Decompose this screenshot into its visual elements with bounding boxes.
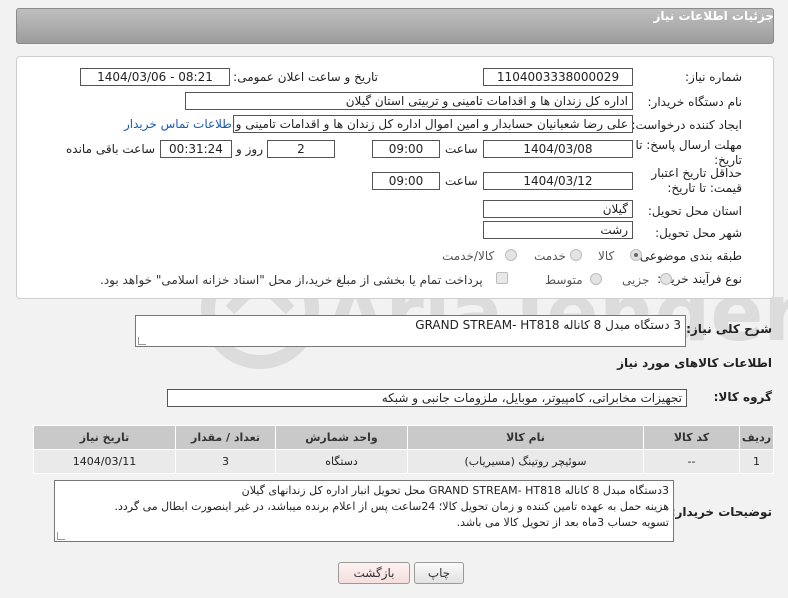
reply-time-label: ساعت (445, 142, 478, 156)
buyer-contact-link[interactable]: اطلاعات تماس خریدار (124, 117, 235, 131)
treasury-payment-note: پرداخت تمام یا بخشی از مبلغ خرید،از محل … (100, 273, 483, 287)
need-number-label: شماره نیاز: (685, 70, 742, 84)
process-option-minor: جزیی (622, 273, 650, 287)
category-label: طبقه بندی موضوعی: (635, 249, 742, 263)
goods-group-label: گروه کالا: (713, 390, 772, 404)
cell-row-number: 1 (739, 449, 774, 474)
buyer-notes-textarea[interactable]: 3دستگاه مبدل 8 کاناله GRAND STREAM- HT81… (54, 480, 674, 542)
time-remaining-field[interactable]: 00:31:24 (160, 140, 232, 158)
province-field[interactable]: گیلان (483, 200, 633, 218)
price-validity-label: حداقل تاریخ اعتبار قیمت: تا تاریخ: (651, 166, 742, 195)
cell-item-name: سوئیچر روتینگ (مسیریاب) (407, 449, 644, 474)
price-date-field[interactable]: 1404/03/12 (483, 172, 633, 190)
buyer-notes-line-3: تسویه حساب 3ماه بعد از تحویل کالا می باش… (456, 516, 669, 529)
cell-unit: دستگاه (275, 449, 408, 474)
col-header-quantity: تعداد / مقدار (175, 425, 276, 450)
col-header-item-name: نام کالا (407, 425, 644, 450)
announce-label: تاریخ و ساعت اعلان عمومی: (233, 70, 378, 84)
province-label: استان محل تحویل: (647, 204, 742, 218)
table-row[interactable]: 1 -- سوئیچر روتینگ (مسیریاب) دستگاه 3 14… (33, 449, 774, 474)
category-option-service: خدمت (534, 249, 566, 263)
category-radio-goods-service[interactable] (505, 249, 517, 261)
cell-need-date: 1404/03/11 (33, 449, 176, 474)
summary-label: شرح کلی نیاز: (686, 322, 772, 336)
goods-section-title: اطلاعات کالاهای مورد نیاز (617, 356, 772, 370)
reply-date-field[interactable]: 1404/03/08 (483, 140, 633, 158)
city-field[interactable]: رشت (483, 221, 633, 239)
table-header-row: ردیف کد کالا نام کالا واحد شمارش تعداد /… (33, 425, 774, 450)
cell-item-code: -- (643, 449, 740, 474)
process-radio-minor[interactable] (660, 273, 672, 285)
resize-handle[interactable] (57, 532, 65, 540)
reply-time-field[interactable]: 09:00 (372, 140, 440, 158)
announce-field[interactable]: 1404/03/06 - 08:21 (80, 68, 230, 86)
goods-group-field[interactable]: تجهیزات مخابراتی، کامپیوتر، موبایل، ملزو… (167, 389, 687, 407)
col-header-unit: واحد شمارش (275, 425, 408, 450)
creator-field[interactable]: علی رضا شعبانیان حسابدار و امین اموال اد… (233, 115, 633, 133)
category-radio-goods[interactable] (630, 249, 642, 261)
buyer-notes-label: توضیحات خریدار: (670, 505, 772, 519)
resize-handle[interactable] (138, 337, 146, 345)
goods-table: ردیف کد کالا نام کالا واحد شمارش تعداد /… (33, 425, 774, 474)
col-header-need-date: تاریخ نیاز (33, 425, 176, 450)
col-header-item-code: کد کالا (643, 425, 740, 450)
buyer-notes-line-2: هزینه حمل به عهده تامین کننده و زمان تحو… (114, 500, 669, 513)
category-option-goods-service: کالا/خدمت (442, 249, 495, 263)
print-button[interactable]: چاپ (414, 562, 464, 584)
summary-textarea[interactable]: 3 دستگاه مبدل 8 کاناله GRAND STREAM- HT8… (135, 315, 686, 347)
time-remaining-label: ساعت باقی مانده (66, 142, 156, 156)
process-radio-medium[interactable] (590, 273, 602, 285)
buyer-notes-line-1: 3دستگاه مبدل 8 کاناله GRAND STREAM- HT81… (241, 484, 669, 497)
need-number-field[interactable]: 1104003338000029 (483, 68, 633, 86)
category-radio-service[interactable] (570, 249, 582, 261)
days-label: روز و (236, 142, 263, 156)
treasury-payment-checkbox[interactable] (496, 272, 508, 284)
col-header-row-number: ردیف (739, 425, 774, 450)
page-title: جزئیات اطلاعات نیاز (653, 9, 774, 23)
category-option-goods: کالا (598, 249, 615, 263)
back-button[interactable]: بازگشت (338, 562, 410, 584)
buyer-org-field[interactable]: اداره کل زندان ها و اقدامات تامینی و ترب… (185, 92, 633, 110)
creator-label: ایجاد کننده درخواست: (631, 118, 742, 132)
price-time-field[interactable]: 09:00 (372, 172, 440, 190)
buyer-org-label: نام دستگاه خریدار: (647, 95, 743, 109)
city-label: شهر محل تحویل: (655, 226, 742, 240)
price-time-label: ساعت (445, 174, 478, 188)
cell-quantity: 3 (175, 449, 276, 474)
summary-text: 3 دستگاه مبدل 8 کاناله GRAND STREAM- HT8… (415, 318, 681, 332)
reply-deadline-label: مهلت ارسال پاسخ: تا تاریخ: (635, 138, 742, 167)
process-option-medium: متوسط (545, 273, 583, 287)
days-remaining-field[interactable]: 2 (267, 140, 335, 158)
